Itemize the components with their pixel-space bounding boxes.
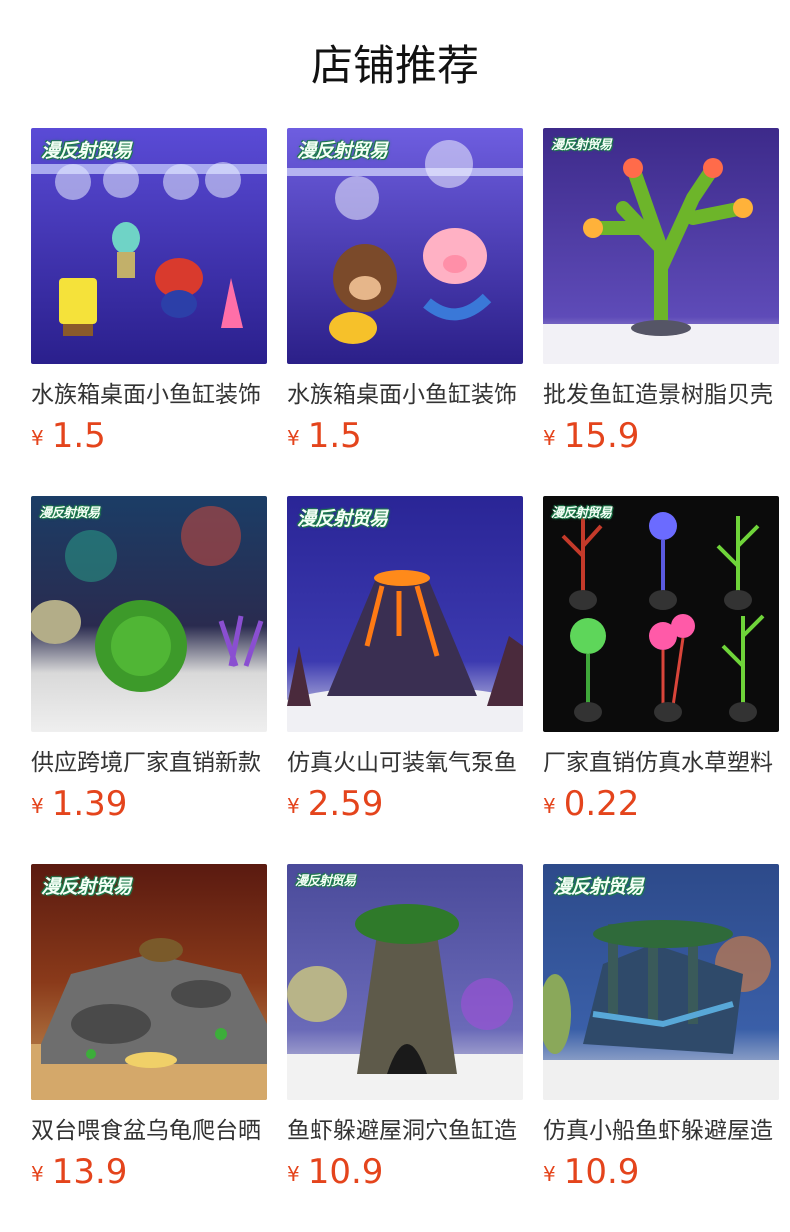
product-price: ¥0.22: [543, 784, 779, 830]
currency-symbol: ¥: [31, 794, 44, 818]
product-name[interactable]: 批发鱼缸造景树脂贝壳: [543, 378, 779, 412]
product-image[interactable]: 漫反射贸易: [287, 496, 523, 732]
product-name[interactable]: 仿真小船鱼虾躲避屋造: [543, 1114, 779, 1148]
product-price: ¥1.39: [31, 784, 267, 830]
product-image-cartoon-charms: [31, 128, 267, 364]
price-value: 1.5: [51, 416, 106, 456]
currency-symbol: ¥: [287, 1162, 300, 1186]
currency-symbol: ¥: [287, 426, 300, 450]
product-name[interactable]: 水族箱桌面小鱼缸装饰: [287, 378, 523, 412]
product-name[interactable]: 鱼虾躲避屋洞穴鱼缸造: [287, 1114, 523, 1148]
product-image-moss-ball: [31, 496, 267, 732]
product-image[interactable]: 漫反射贸易: [543, 128, 779, 364]
product-name[interactable]: 供应跨境厂家直销新款: [31, 746, 267, 780]
product-image[interactable]: 漫反射贸易: [287, 864, 523, 1100]
product-card[interactable]: 漫反射贸易 水族箱桌面小鱼缸装饰 ¥1.5: [31, 128, 267, 462]
product-image[interactable]: 漫反射贸易: [31, 128, 267, 364]
product-price: ¥1.5: [31, 416, 267, 462]
product-image[interactable]: 漫反射贸易: [31, 496, 267, 732]
currency-symbol: ¥: [543, 426, 556, 450]
product-name[interactable]: 厂家直销仿真水草塑料: [543, 746, 779, 780]
product-image[interactable]: 漫反射贸易: [543, 864, 779, 1100]
price-value: 13.9: [51, 1152, 128, 1192]
product-card[interactable]: 漫反射贸易 双台喂食盆乌龟爬台晒 ¥13.9: [31, 864, 267, 1198]
price-value: 1.5: [307, 416, 362, 456]
product-image-animal-charms: [287, 128, 523, 364]
price-value: 2.59: [307, 784, 384, 824]
watermark-logo: 漫反射贸易: [551, 506, 612, 521]
watermark-logo: 漫反射贸易: [297, 508, 388, 530]
product-card[interactable]: 漫反射贸易 批发鱼缸造景树脂贝壳 ¥15.9: [543, 128, 779, 462]
watermark-logo: 漫反射贸易: [41, 140, 132, 162]
product-price: ¥15.9: [543, 416, 779, 462]
product-price: ¥10.9: [543, 1152, 779, 1198]
watermark-logo: 漫反射贸易: [295, 874, 356, 889]
product-image-artificial-plants: [543, 496, 779, 732]
product-card[interactable]: 漫反射贸易 供应跨境厂家直销新款 ¥1.39: [31, 496, 267, 830]
watermark-logo: 漫反射贸易: [553, 876, 644, 898]
product-name[interactable]: 水族箱桌面小鱼缸装饰: [31, 378, 267, 412]
product-name[interactable]: 仿真火山可装氧气泵鱼: [287, 746, 523, 780]
price-value: 1.39: [51, 784, 128, 824]
product-card[interactable]: 漫反射贸易 厂家直销仿真水草塑料 ¥0.22: [543, 496, 779, 830]
product-image[interactable]: 漫反射贸易: [31, 864, 267, 1100]
product-image[interactable]: 漫反射贸易: [543, 496, 779, 732]
price-value: 10.9: [307, 1152, 384, 1192]
product-price: ¥1.5: [287, 416, 523, 462]
product-image-tree-cave: [287, 864, 523, 1100]
price-value: 0.22: [563, 784, 640, 824]
currency-symbol: ¥: [31, 1162, 44, 1186]
product-card[interactable]: 漫反射贸易 鱼虾躲避屋洞穴鱼缸造 ¥10.9: [287, 864, 523, 1198]
product-card[interactable]: 漫反射贸易 仿真火山可装氧气泵鱼 ¥2.59: [287, 496, 523, 830]
product-name[interactable]: 双台喂食盆乌龟爬台晒: [31, 1114, 267, 1148]
currency-symbol: ¥: [543, 794, 556, 818]
product-card[interactable]: 漫反射贸易 仿真小船鱼虾躲避屋造 ¥10.9: [543, 864, 779, 1198]
product-card[interactable]: 漫反射贸易 水族箱桌面小鱼缸装饰 ¥1.5: [287, 128, 523, 462]
watermark-logo: 漫反射贸易: [39, 506, 100, 521]
product-image-shipwreck: [543, 864, 779, 1100]
watermark-logo: 漫反射贸易: [41, 876, 132, 898]
product-image-coral-ornament: [543, 128, 779, 364]
watermark-logo: 漫反射贸易: [297, 140, 388, 162]
currency-symbol: ¥: [543, 1162, 556, 1186]
product-price: ¥13.9: [31, 1152, 267, 1198]
price-value: 15.9: [563, 416, 640, 456]
currency-symbol: ¥: [287, 794, 300, 818]
page-title: 店铺推荐: [310, 41, 479, 90]
product-image-volcano: [287, 496, 523, 732]
price-value: 10.9: [563, 1152, 640, 1192]
currency-symbol: ¥: [31, 426, 44, 450]
product-price: ¥10.9: [287, 1152, 523, 1198]
product-price: ¥2.59: [287, 784, 523, 830]
product-image-turtle-platform: [31, 864, 267, 1100]
product-image[interactable]: 漫反射贸易: [287, 128, 523, 364]
watermark-logo: 漫反射贸易: [551, 138, 612, 153]
